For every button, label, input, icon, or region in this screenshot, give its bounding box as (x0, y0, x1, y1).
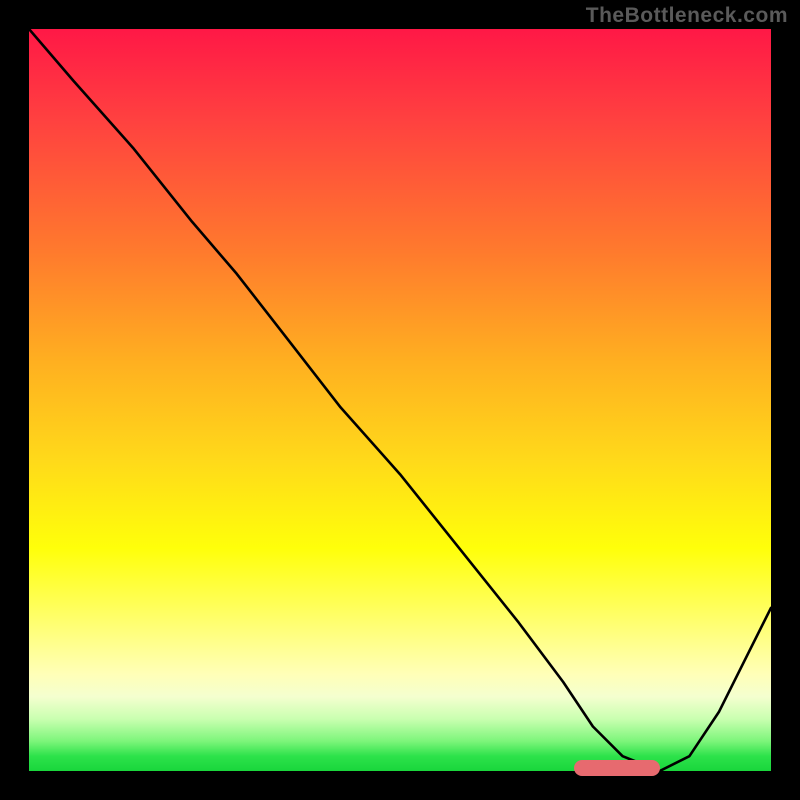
chart-frame: TheBottleneck.com (0, 0, 800, 800)
watermark-text: TheBottleneck.com (586, 4, 788, 28)
plot-area (29, 29, 771, 771)
optimal-range-marker (574, 760, 659, 776)
bottleneck-curve (29, 29, 771, 771)
